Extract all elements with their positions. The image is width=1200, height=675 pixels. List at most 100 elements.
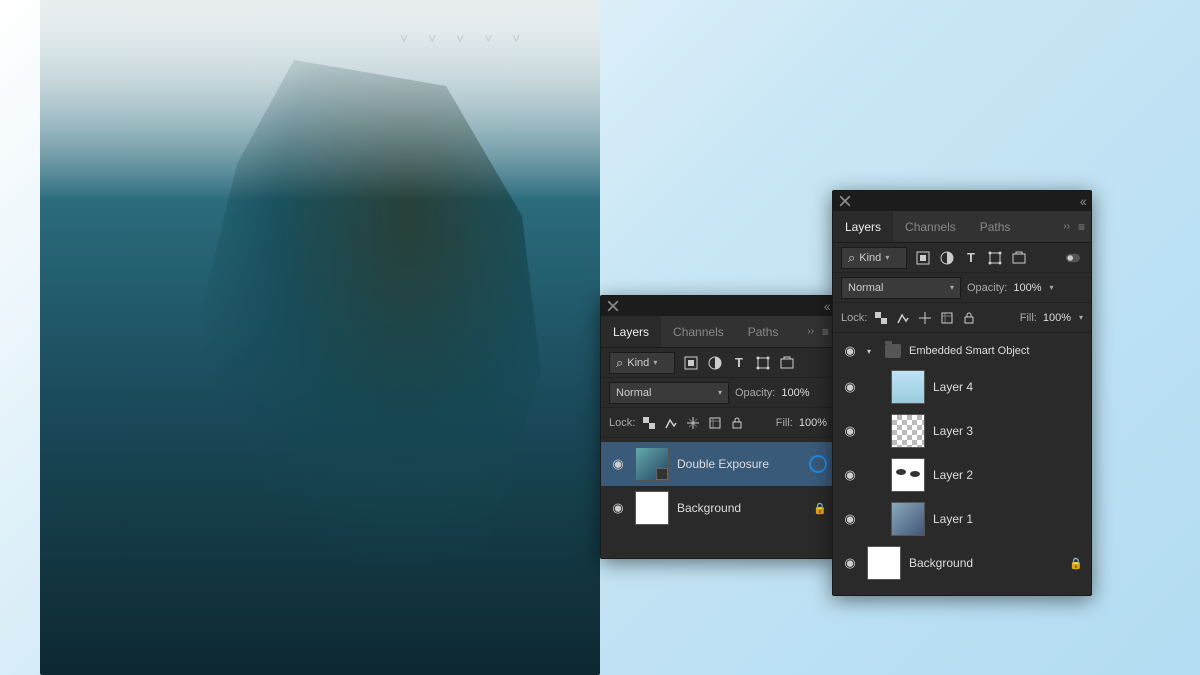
filter-adjustment-icon[interactable]: [939, 250, 955, 266]
visibility-icon[interactable]: ◉: [841, 555, 859, 571]
visibility-icon[interactable]: ◉: [841, 343, 859, 359]
close-icon[interactable]: [607, 300, 619, 312]
panel-titlebar[interactable]: ‹‹: [833, 191, 1091, 211]
blend-row: Normal ▾ Opacity: 100% ▾: [833, 273, 1091, 303]
lock-transparent-icon[interactable]: [641, 415, 657, 431]
layer-row[interactable]: ◉ Layer 2: [833, 453, 1091, 497]
panel-titlebar[interactable]: ‹‹: [601, 296, 835, 316]
filter-type-icon[interactable]: T: [731, 355, 747, 371]
blend-mode-dropdown[interactable]: Normal ▾: [609, 382, 729, 404]
filter-type-icon[interactable]: T: [963, 250, 979, 266]
lock-image-icon[interactable]: [663, 415, 679, 431]
layer-row[interactable]: ◉ Layer 3: [833, 409, 1091, 453]
layer-name[interactable]: Layer 3: [933, 424, 1083, 438]
filter-pixel-icon[interactable]: [683, 355, 699, 371]
layer-row[interactable]: ◉ Background 🔒: [833, 541, 1091, 585]
tab-channels[interactable]: Channels: [661, 316, 736, 347]
tab-channels[interactable]: Channels: [893, 211, 968, 242]
lock-image-icon[interactable]: [895, 310, 911, 326]
visibility-icon[interactable]: ◉: [609, 456, 627, 472]
layer-name[interactable]: Background: [677, 501, 805, 515]
layer-row[interactable]: ◉ Double Exposure: [601, 442, 835, 486]
filter-kind-label: Kind: [627, 357, 649, 369]
panel-collapse-icon[interactable]: ‹‹: [1080, 193, 1085, 209]
layer-row[interactable]: ◉ Layer 4: [833, 365, 1091, 409]
lock-position-icon[interactable]: [685, 415, 701, 431]
blend-mode-value: Normal: [848, 282, 883, 294]
blend-row: Normal ▾ Opacity: 100%: [601, 378, 835, 408]
blend-mode-value: Normal: [616, 387, 651, 399]
filter-toggle[interactable]: [1063, 250, 1083, 266]
lock-all-icon[interactable]: [729, 415, 745, 431]
layer-name[interactable]: Double Exposure: [677, 457, 801, 471]
layers-panel-left: ‹‹ Layers Channels Paths ›› ≡ ⌕ Kind ▾ T…: [600, 295, 836, 559]
lock-position-icon[interactable]: [917, 310, 933, 326]
group-name[interactable]: Embedded Smart Object: [909, 345, 1083, 357]
opacity-value[interactable]: 100%: [1013, 282, 1041, 294]
expand-arrow-icon[interactable]: ▾: [867, 347, 877, 356]
layer-thumbnail[interactable]: [891, 370, 925, 404]
tab-layers[interactable]: Layers: [601, 316, 661, 347]
expand-icon[interactable]: ››: [807, 326, 814, 337]
lock-icon[interactable]: 🔒: [1069, 557, 1083, 570]
lock-all-icon[interactable]: [961, 310, 977, 326]
layer-name[interactable]: Layer 2: [933, 468, 1083, 482]
chevron-down-icon: ▾: [950, 283, 954, 292]
panel-collapse-icon[interactable]: ‹‹: [824, 298, 829, 314]
filter-kind-dropdown[interactable]: ⌕ Kind ▾: [841, 247, 907, 269]
lock-label: Lock:: [609, 417, 635, 429]
visibility-icon[interactable]: ◉: [841, 423, 859, 439]
filter-smartobject-icon[interactable]: [1011, 250, 1027, 266]
lock-transparent-icon[interactable]: [873, 310, 889, 326]
panel-tabs: Layers Channels Paths ›› ≡: [601, 316, 835, 348]
layers-panel-right: ‹‹ Layers Channels Paths ›› ≡ ⌕ Kind ▾ T…: [832, 190, 1092, 596]
filter-shape-icon[interactable]: [755, 355, 771, 371]
layer-name[interactable]: Layer 4: [933, 380, 1083, 394]
filter-pixel-icon[interactable]: [915, 250, 931, 266]
expand-icon[interactable]: ››: [1063, 221, 1070, 232]
filter-kind-dropdown[interactable]: ⌕ Kind ▾: [609, 352, 675, 374]
visibility-icon[interactable]: ◉: [609, 500, 627, 516]
filter-row: ⌕ Kind ▾ T: [833, 243, 1091, 273]
opacity-label: Opacity:: [735, 387, 775, 399]
layer-thumbnail[interactable]: [635, 447, 669, 481]
filter-adjustment-icon[interactable]: [707, 355, 723, 371]
chevron-down-icon: ▾: [653, 358, 657, 367]
layer-thumbnail[interactable]: [891, 458, 925, 492]
layer-thumbnail[interactable]: [867, 546, 901, 580]
lock-artboard-icon[interactable]: [707, 415, 723, 431]
blend-mode-dropdown[interactable]: Normal ▾: [841, 277, 961, 299]
chevron-down-icon[interactable]: ▾: [1079, 313, 1083, 322]
layer-name[interactable]: Layer 1: [933, 512, 1083, 526]
layer-thumbnail[interactable]: [891, 414, 925, 448]
fill-value[interactable]: 100%: [1043, 312, 1071, 324]
filter-shape-icon[interactable]: [987, 250, 1003, 266]
panel-menu-icon[interactable]: ≡: [822, 325, 829, 339]
layer-row[interactable]: ◉ Background 🔒: [601, 486, 835, 530]
layer-thumbnail[interactable]: [891, 502, 925, 536]
visibility-icon[interactable]: ◉: [841, 379, 859, 395]
layer-name[interactable]: Background: [909, 556, 1061, 570]
tab-layers[interactable]: Layers: [833, 211, 893, 242]
filter-kind-label: Kind: [859, 252, 881, 264]
tab-paths[interactable]: Paths: [968, 211, 1023, 242]
filter-smartobject-icon[interactable]: [779, 355, 795, 371]
panel-menu-icon[interactable]: ≡: [1078, 220, 1085, 234]
visibility-icon[interactable]: ◉: [841, 511, 859, 527]
visibility-icon[interactable]: ◉: [841, 467, 859, 483]
close-icon[interactable]: [839, 195, 851, 207]
canvas-artwork[interactable]: ˅ ˅ ˅ ˅ ˅: [40, 0, 600, 675]
filter-row: ⌕ Kind ▾ T: [601, 348, 835, 378]
layer-row[interactable]: ◉ Layer 1: [833, 497, 1091, 541]
lock-icon[interactable]: 🔒: [813, 502, 827, 515]
lock-artboard-icon[interactable]: [939, 310, 955, 326]
chevron-down-icon[interactable]: ▾: [1050, 283, 1054, 292]
layer-thumbnail[interactable]: [635, 491, 669, 525]
tab-paths[interactable]: Paths: [736, 316, 791, 347]
fill-value[interactable]: 100%: [799, 417, 827, 429]
opacity-value[interactable]: 100%: [781, 387, 809, 399]
layer-group-row[interactable]: ◉ ▾ Embedded Smart Object: [833, 337, 1091, 365]
opacity-label: Opacity:: [967, 282, 1007, 294]
birds-decoration: ˅ ˅ ˅ ˅ ˅: [400, 30, 528, 46]
fill-label: Fill:: [776, 417, 793, 429]
